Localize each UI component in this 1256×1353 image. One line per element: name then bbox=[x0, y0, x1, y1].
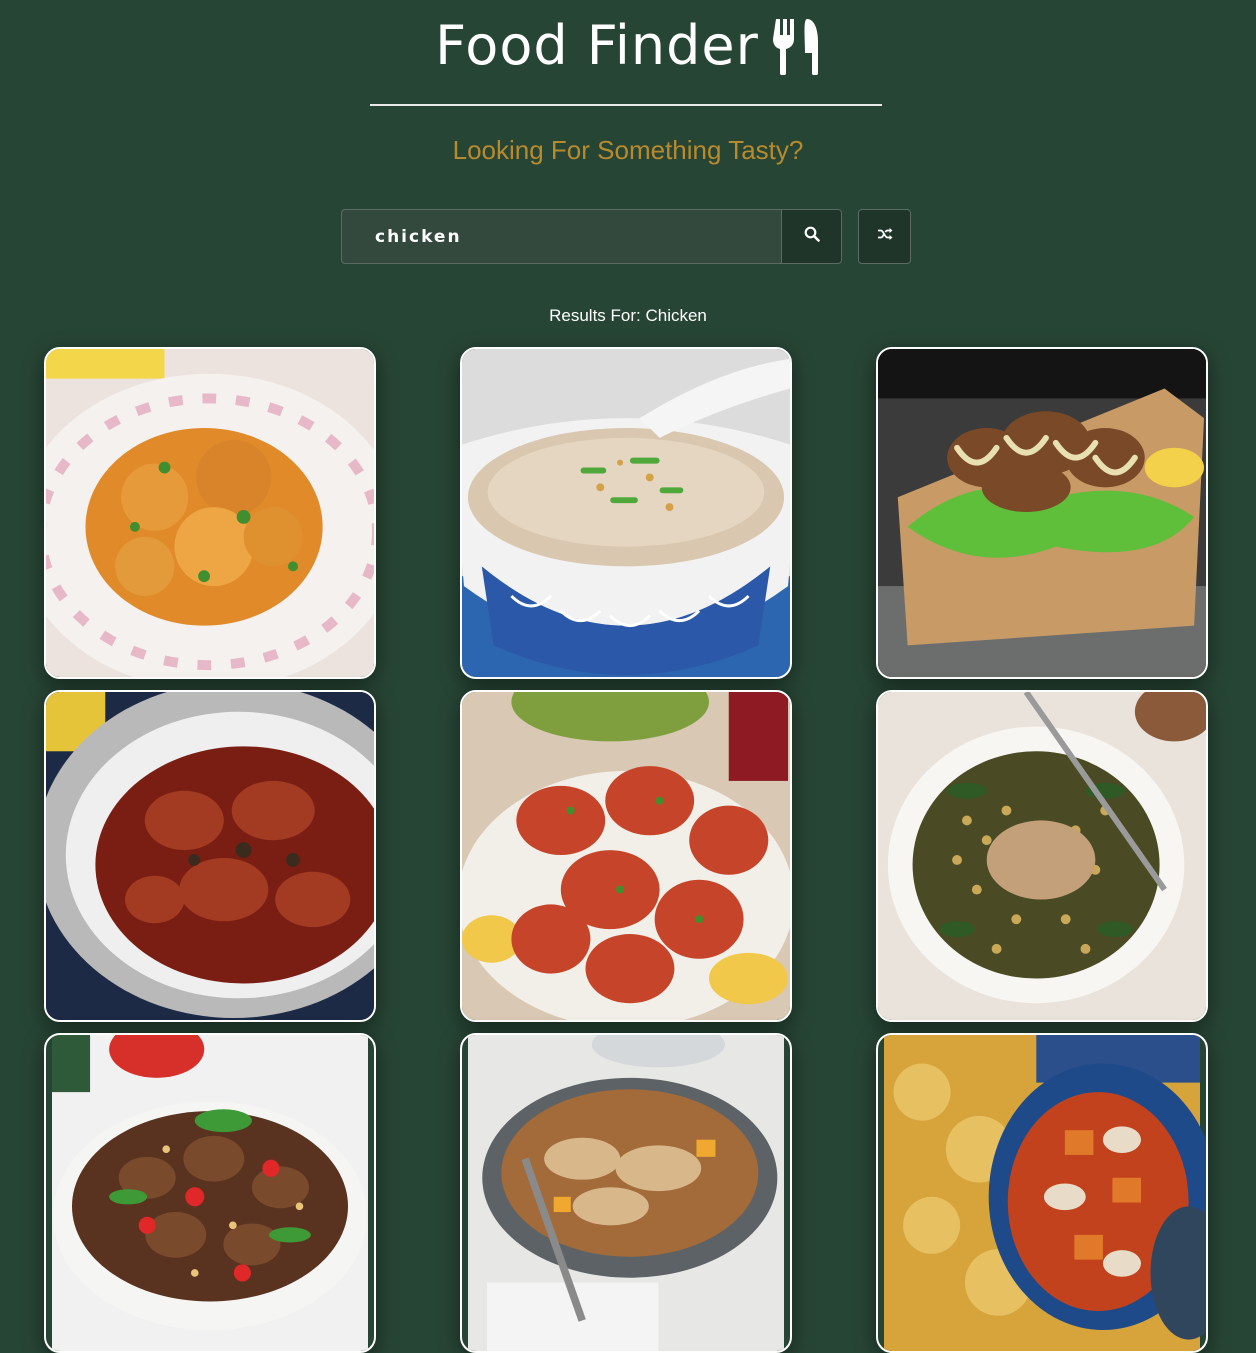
meal-card[interactable] bbox=[460, 690, 792, 1022]
meal-card[interactable] bbox=[460, 347, 792, 679]
fried-chicken-photo bbox=[878, 349, 1206, 677]
random-meal-button[interactable] bbox=[858, 209, 911, 264]
meal-card[interactable] bbox=[876, 1033, 1208, 1353]
meal-card[interactable] bbox=[44, 347, 376, 679]
couscous-chicken-photo bbox=[878, 692, 1206, 1020]
chicken-paella-photo bbox=[468, 1035, 784, 1351]
shuffle-icon bbox=[877, 227, 893, 246]
page-title: Food Finder bbox=[435, 14, 759, 77]
meal-card[interactable] bbox=[876, 347, 1208, 679]
curry-photo bbox=[46, 349, 374, 677]
meal-card[interactable] bbox=[460, 1033, 792, 1353]
congee-photo bbox=[462, 349, 790, 677]
tandoori-chicken-photo bbox=[462, 692, 790, 1020]
utensils-icon bbox=[772, 17, 821, 76]
meal-card[interactable] bbox=[876, 690, 1208, 1022]
meal-card[interactable] bbox=[44, 1033, 376, 1353]
braised-chicken-photo bbox=[46, 692, 374, 1020]
stir-fry-chicken-photo bbox=[52, 1035, 368, 1351]
header-divider bbox=[370, 104, 882, 106]
results-heading: Results For: Chicken bbox=[549, 306, 707, 325]
search-icon bbox=[804, 226, 820, 247]
chicken-pie-photo bbox=[884, 1035, 1206, 1351]
title-row: Food Finder bbox=[0, 10, 1256, 82]
page-subtitle: Looking For Something Tasty? bbox=[452, 135, 804, 165]
search-button[interactable] bbox=[781, 209, 842, 264]
search-input[interactable] bbox=[341, 209, 782, 264]
meal-card[interactable] bbox=[44, 690, 376, 1022]
